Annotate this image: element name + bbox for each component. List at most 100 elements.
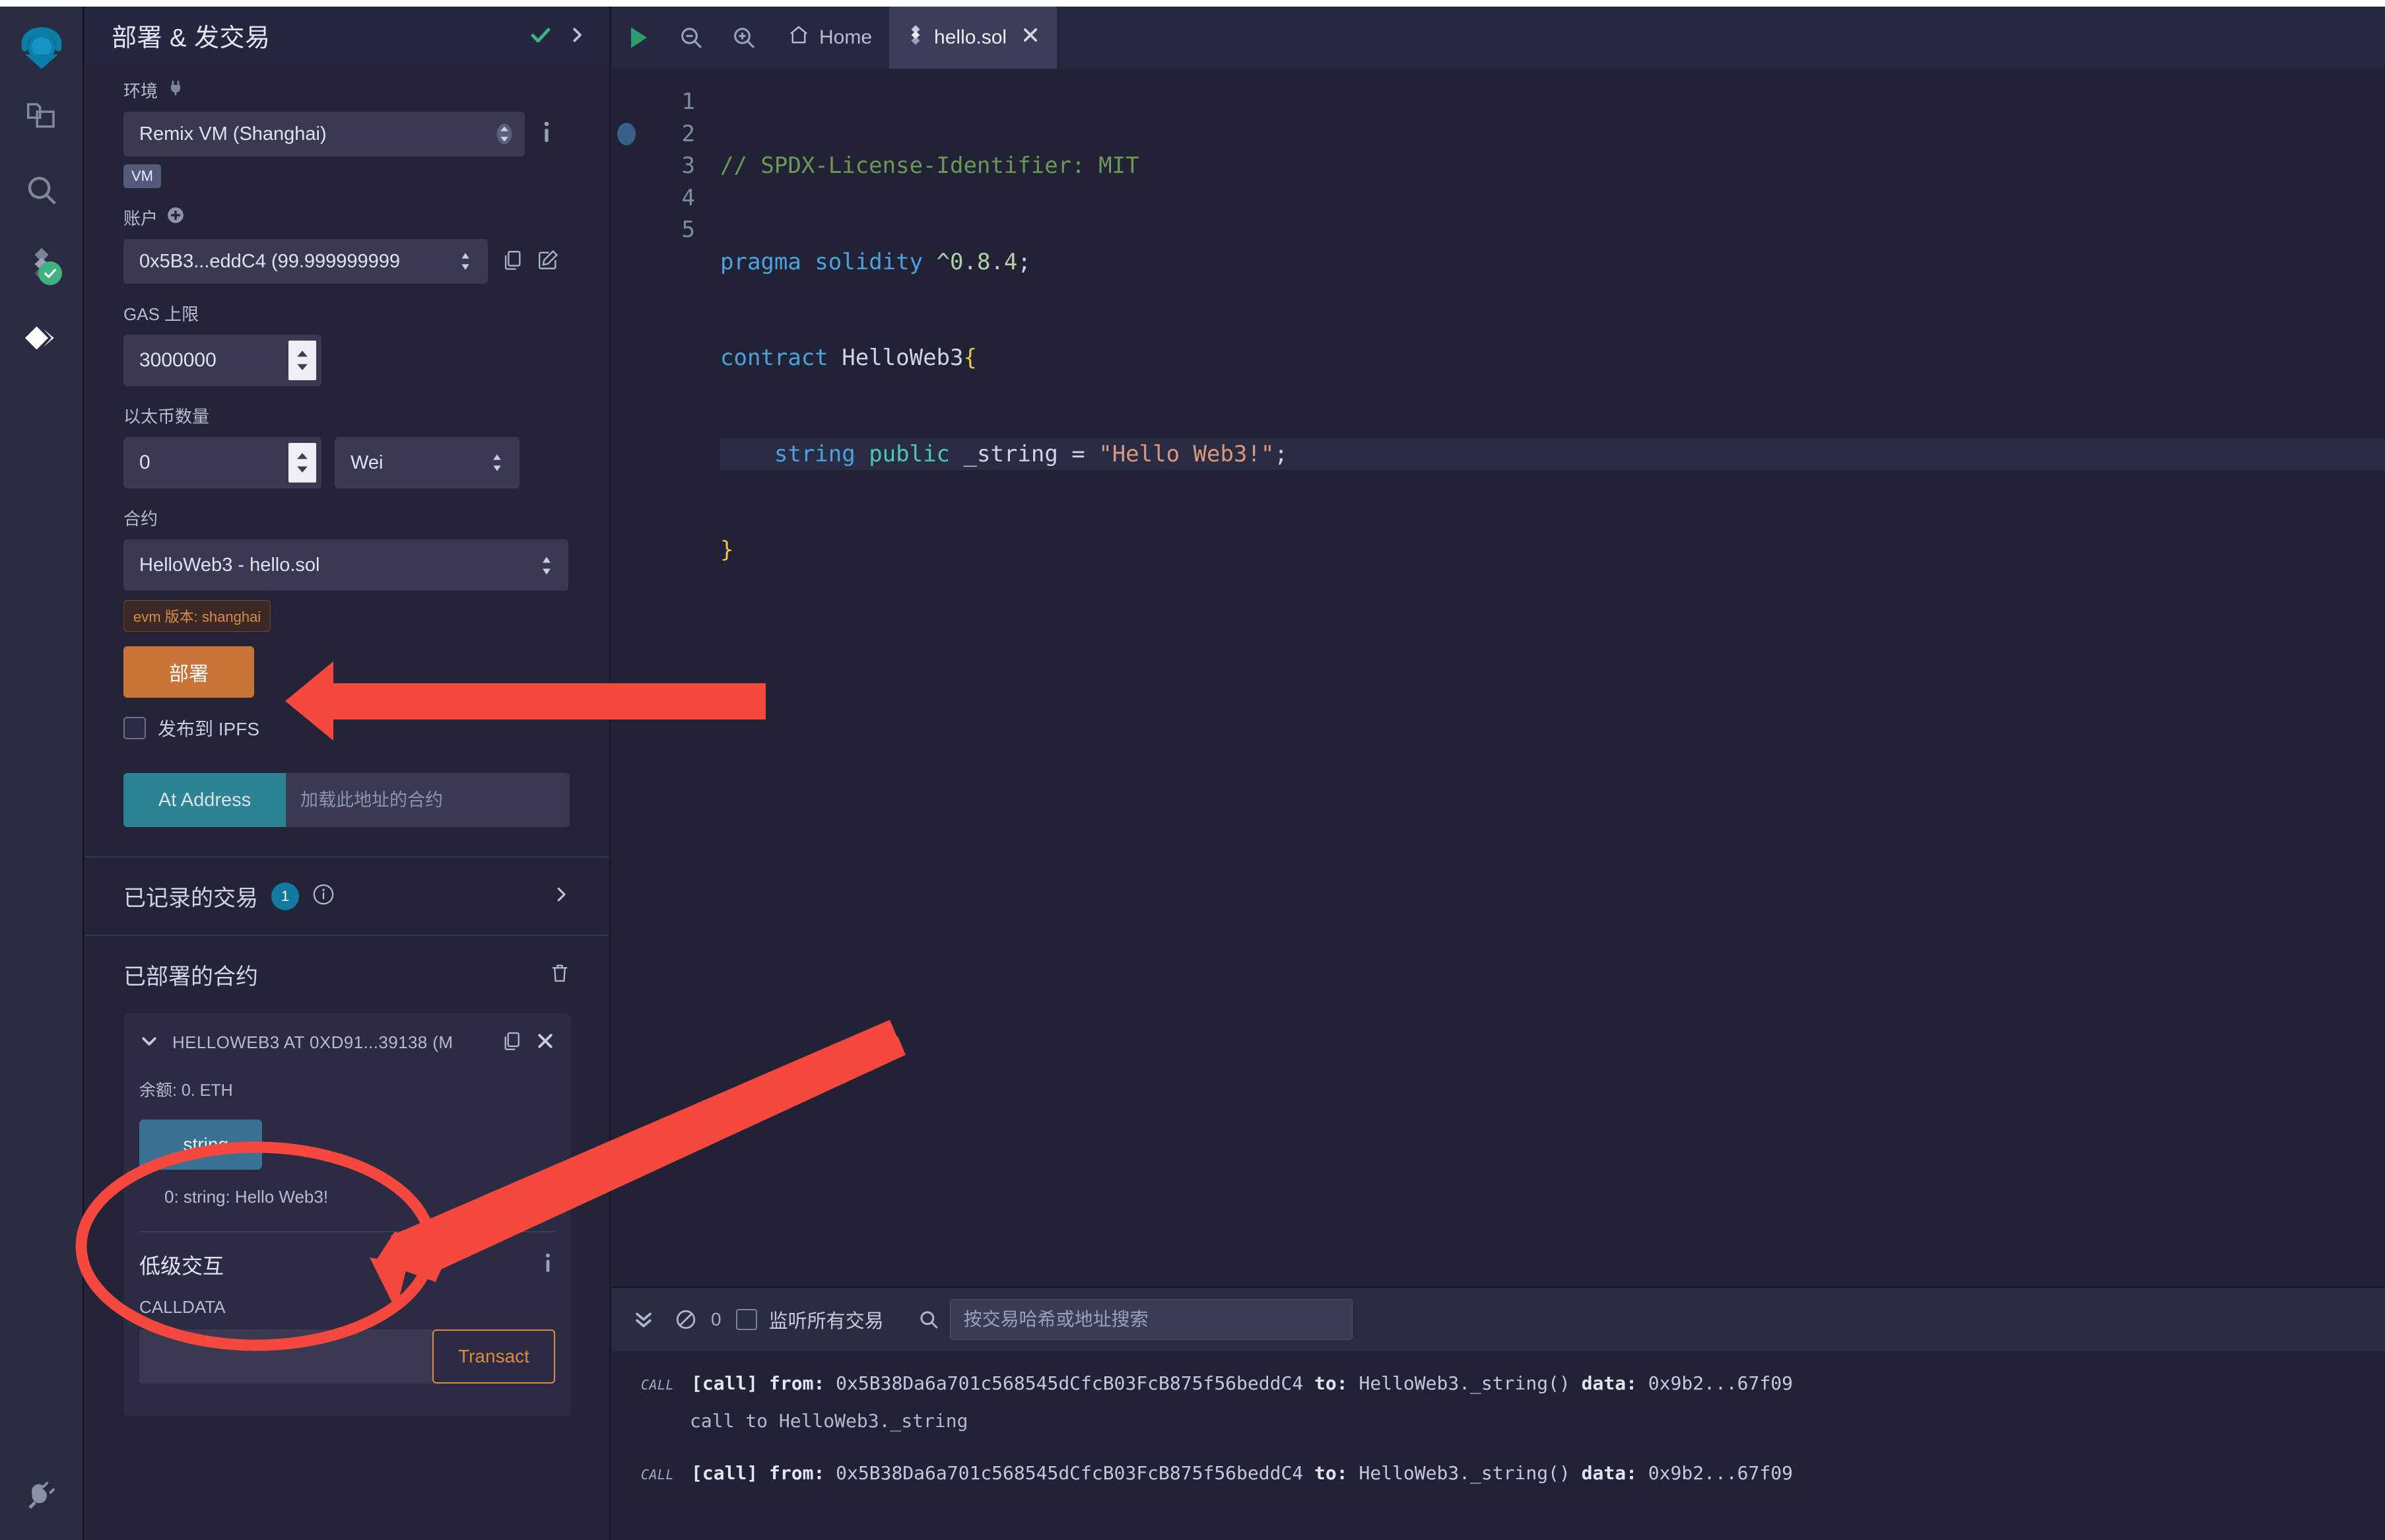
recorded-transactions-count: 1 bbox=[271, 882, 299, 910]
deployed-contracts-header: 已部署的合约 bbox=[85, 936, 609, 1013]
close-icon[interactable] bbox=[1021, 26, 1040, 50]
tab-hello-sol-label: hello.sol bbox=[934, 26, 1007, 48]
environment-select[interactable]: Remix VM (Shanghai) bbox=[123, 112, 525, 156]
sidebar-item-solidity-compiler[interactable] bbox=[0, 228, 83, 302]
account-select[interactable]: 0x5B3...eddC4 (99.999999999 bbox=[123, 239, 488, 284]
code-content[interactable]: // SPDX-License-Identifier: MIT pragma s… bbox=[711, 69, 2385, 1287]
trash-icon[interactable] bbox=[549, 962, 571, 988]
terminal-search-icon[interactable] bbox=[908, 1308, 950, 1331]
environment-info-icon[interactable] bbox=[538, 119, 555, 149]
remix-logo[interactable] bbox=[12, 21, 71, 81]
value-input[interactable]: 0 bbox=[123, 437, 321, 488]
close-instance-icon[interactable] bbox=[535, 1031, 555, 1054]
publish-ipfs-checkbox[interactable] bbox=[123, 717, 146, 739]
run-script-icon[interactable] bbox=[612, 7, 665, 69]
sidebar-item-plugin-manager[interactable] bbox=[0, 1479, 84, 1516]
icon-sidebar bbox=[0, 7, 84, 1540]
clear-console-icon[interactable] bbox=[665, 1308, 707, 1331]
edit-account-icon[interactable] bbox=[537, 249, 559, 275]
code-line-1: // SPDX-License-Identifier: MIT bbox=[720, 152, 1139, 179]
log-data-label: data: bbox=[1581, 1372, 1637, 1394]
collapse-terminal-icon[interactable] bbox=[622, 1308, 665, 1331]
add-account-icon[interactable] bbox=[167, 207, 184, 228]
at-address-button[interactable]: At Address bbox=[123, 773, 286, 827]
terminal-panel: 0 监听所有交易 CALL [call] from: 0x5B38Da6a701… bbox=[612, 1287, 2385, 1540]
publish-ipfs-row[interactable]: 发布到 IPFS bbox=[123, 715, 570, 741]
log-entry[interactable]: CALL [call] from: 0x5B38Da6a701c568545dC… bbox=[612, 1363, 2385, 1403]
tab-home[interactable]: Home bbox=[770, 7, 889, 69]
instance-header[interactable]: HELLOWEB3 AT 0XD91...39138 (M bbox=[139, 1030, 555, 1055]
line-number: 1 bbox=[681, 88, 695, 115]
copy-account-icon[interactable] bbox=[501, 249, 523, 275]
chevron-updown-icon bbox=[459, 250, 476, 273]
chevron-down-icon[interactable] bbox=[139, 1031, 159, 1054]
environment-section: 环境 Remix VM (Shanghai) VM bbox=[85, 78, 609, 188]
listen-all-transactions-label: 监听所有交易 bbox=[768, 1311, 884, 1332]
sidebar-item-file-explorer[interactable] bbox=[0, 81, 83, 154]
recorded-transactions-header[interactable]: 已记录的交易 1 bbox=[85, 857, 609, 935]
line-number: 3 bbox=[681, 152, 695, 179]
value-label: 以太币数量 bbox=[123, 407, 210, 426]
environment-label-row: 环境 bbox=[123, 78, 570, 102]
value-stepper[interactable] bbox=[288, 443, 316, 483]
log-prefix: [call] bbox=[691, 1372, 758, 1394]
terminal-log: CALL [call] from: 0x5B38Da6a701c568545dC… bbox=[612, 1351, 2385, 1493]
contract-function-result: 0: string: Hello Web3! bbox=[164, 1187, 329, 1207]
transact-button[interactable]: Transact bbox=[432, 1329, 555, 1384]
log-data-label: data: bbox=[1581, 1462, 1637, 1484]
chevron-updown-icon bbox=[496, 123, 513, 145]
value-amount: 0 bbox=[139, 452, 151, 473]
expand-chevron-icon[interactable] bbox=[551, 885, 571, 908]
breakpoint-dot[interactable] bbox=[617, 123, 636, 145]
at-address-input[interactable] bbox=[286, 773, 570, 827]
line-number: 4 bbox=[681, 184, 695, 211]
terminal-toolbar: 0 监听所有交易 bbox=[612, 1288, 2385, 1351]
chevron-right-icon[interactable] bbox=[567, 25, 587, 45]
deploy-button[interactable]: 部署 bbox=[123, 646, 254, 698]
terminal-error-count: 0 bbox=[711, 1309, 722, 1329]
terminal-search-input[interactable] bbox=[949, 1299, 1353, 1340]
copy-address-icon[interactable] bbox=[501, 1030, 522, 1055]
low-level-info-icon[interactable] bbox=[541, 1252, 555, 1279]
listen-all-transactions-checkbox[interactable] bbox=[735, 1309, 757, 1330]
gas-limit-stepper[interactable] bbox=[288, 341, 316, 380]
log-entry[interactable]: CALL [call] from: 0x5B38Da6a701c568545dC… bbox=[612, 1453, 2385, 1493]
log-from-value: 0x5B38Da6a701c568545dCfcB03FcB875f56bedd… bbox=[836, 1462, 1304, 1484]
code-line-4: string public _string = "Hello Web3!"; bbox=[720, 438, 2385, 470]
gas-limit-input[interactable]: 3000000 bbox=[123, 335, 321, 386]
editor-gutter bbox=[612, 69, 636, 1287]
zoom-in-icon[interactable] bbox=[718, 7, 770, 69]
tab-home-label: Home bbox=[819, 26, 873, 48]
log-entry-subtext: call to HelloWeb3._string bbox=[690, 1410, 968, 1432]
deployed-contract-instance: HELLOWEB3 AT 0XD91...39138 (M 余额: 0. ETH… bbox=[123, 1013, 571, 1417]
log-data-value: 0x9b2...67f09 bbox=[1648, 1372, 1793, 1394]
instance-title: HELLOWEB3 AT 0XD91...39138 (M bbox=[172, 1032, 453, 1052]
gas-limit-section: GAS 上限 3000000 bbox=[85, 301, 609, 386]
check-icon[interactable] bbox=[529, 23, 553, 47]
contract-value: HelloWeb3 - hello.sol bbox=[139, 554, 320, 576]
zoom-out-icon[interactable] bbox=[665, 7, 718, 69]
line-number: 2 bbox=[681, 120, 695, 147]
value-unit-select[interactable]: Wei bbox=[335, 437, 520, 488]
calldata-input[interactable] bbox=[139, 1329, 432, 1384]
log-to-label: to: bbox=[1314, 1372, 1348, 1394]
editor-toolbar: Home hello.sol bbox=[612, 7, 2385, 69]
log-to-label: to: bbox=[1314, 1462, 1348, 1484]
code-area: 1 2 3 4 5 // SPDX-License-Identifier: MI… bbox=[612, 69, 2385, 1287]
sidebar-item-search[interactable] bbox=[0, 154, 83, 228]
info-circle-icon[interactable] bbox=[312, 883, 335, 909]
calldata-label: CALLDATA bbox=[139, 1297, 226, 1317]
tab-hello-sol[interactable]: hello.sol bbox=[889, 7, 1058, 69]
contract-function-button-_string[interactable]: _string bbox=[139, 1120, 262, 1170]
deploy-and-run-panel: 部署 & 发交易 环境 Remix VM (Shanghai) VM 账户 0x… bbox=[85, 7, 611, 1540]
remix-ide-window: 部署 & 发交易 环境 Remix VM (Shanghai) VM 账户 0x… bbox=[0, 0, 2385, 1540]
chevron-updown-icon bbox=[490, 452, 508, 474]
sidebar-item-deploy-run[interactable] bbox=[0, 302, 83, 376]
gas-limit-label: GAS 上限 bbox=[123, 304, 199, 324]
search-icon bbox=[24, 172, 59, 211]
account-value: 0x5B3...eddC4 (99.999999999 bbox=[139, 250, 401, 272]
deploy-run-icon bbox=[22, 318, 61, 361]
contract-select[interactable]: HelloWeb3 - hello.sol bbox=[123, 539, 568, 591]
compile-success-badge bbox=[38, 261, 62, 285]
code-line-3: contract HelloWeb3{ bbox=[720, 345, 977, 371]
